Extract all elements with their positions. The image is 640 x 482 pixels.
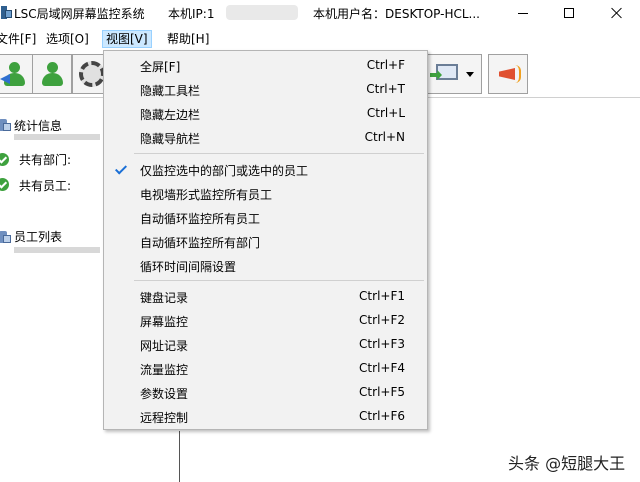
menu-item-monitor-selected[interactable]: 仅监控选中的部门或选中的员工 bbox=[104, 158, 427, 182]
menu-item-cycle-interval[interactable]: 循环时间间隔设置 bbox=[104, 254, 427, 278]
minimize-button[interactable] bbox=[500, 0, 546, 26]
local-ip-label: 本机IP:1 bbox=[168, 7, 215, 21]
tree-line bbox=[179, 431, 180, 482]
monitor-icon bbox=[430, 62, 460, 86]
view-menu-dropdown: 全屏[F] Ctrl+F 隐藏工具栏 Ctrl+T 隐藏左边栏 Ctrl+L 隐… bbox=[103, 50, 428, 430]
menu-item-keylogger[interactable]: 键盘记录 Ctrl+F1 bbox=[104, 285, 427, 309]
app-icon bbox=[0, 5, 12, 20]
menu-item-fullscreen[interactable]: 全屏[F] Ctrl+F bbox=[104, 54, 427, 78]
stats-header-bar bbox=[14, 134, 100, 140]
chevron-down-icon bbox=[466, 71, 474, 77]
user-icon bbox=[38, 60, 66, 88]
stats-title[interactable]: 统计信息 bbox=[14, 117, 62, 134]
megaphone-icon bbox=[495, 63, 521, 85]
menu-item-screen-monitor[interactable]: 屏幕监控 Ctrl+F2 bbox=[104, 309, 427, 333]
gear-icon bbox=[79, 61, 105, 87]
employees-count-label: 共有员工: bbox=[19, 179, 72, 193]
ip-redaction bbox=[226, 5, 298, 20]
employee-list-icon bbox=[0, 230, 11, 244]
menu-item-hide-navbar[interactable]: 隐藏导航栏 Ctrl+N bbox=[104, 126, 427, 150]
watermark: 头条 @短腿大王 bbox=[508, 454, 626, 473]
local-username-label: 本机用户名：DESKTOP-HCL... bbox=[313, 7, 480, 21]
menu-item-cycle-employees[interactable]: 自动循环监控所有员工 bbox=[104, 206, 427, 230]
check-icon bbox=[114, 162, 128, 175]
minimize-icon bbox=[518, 12, 528, 14]
menu-item-tv-wall[interactable]: 电视墙形式监控所有员工 bbox=[104, 182, 427, 206]
employee-list-title[interactable]: 员工列表 bbox=[14, 228, 62, 245]
add-department-button[interactable] bbox=[0, 54, 34, 94]
title-bar: LSC局域网屏幕监控系统 本机IP:1 本机用户名：DESKTOP-HCL... bbox=[0, 0, 640, 26]
menu-view[interactable]: 视图[V] bbox=[102, 30, 152, 48]
stats-icon bbox=[0, 118, 11, 132]
maximize-icon bbox=[564, 8, 574, 18]
users-icon bbox=[0, 60, 28, 88]
close-button[interactable] bbox=[594, 0, 640, 26]
menu-help[interactable]: 帮助[H] bbox=[165, 30, 211, 48]
window-title: LSC局域网屏幕监控系统 bbox=[14, 7, 145, 21]
employee-list-header-bar bbox=[14, 247, 100, 253]
check-circle-icon bbox=[0, 153, 9, 166]
menu-item-parameters[interactable]: 参数设置 Ctrl+F5 bbox=[104, 381, 427, 405]
menu-item-remote-control[interactable]: 远程控制 Ctrl+F6 bbox=[104, 405, 427, 429]
maximize-button[interactable] bbox=[546, 0, 592, 26]
departments-count-label: 共有部门: bbox=[19, 153, 72, 167]
broadcast-button[interactable] bbox=[488, 54, 528, 94]
menu-item-cycle-departments[interactable]: 自动循环监控所有部门 bbox=[104, 230, 427, 254]
left-panel: 统计信息 共有部门: 共有员工: 员工列表 bbox=[0, 99, 104, 482]
close-icon bbox=[611, 7, 623, 19]
add-employee-button[interactable] bbox=[32, 54, 72, 94]
menu-item-traffic-monitor[interactable]: 流量监控 Ctrl+F4 bbox=[104, 357, 427, 381]
menu-file[interactable]: 文件[F] bbox=[0, 30, 38, 48]
menu-options[interactable]: 选项[O] bbox=[44, 30, 91, 48]
menu-item-hide-sidebar[interactable]: 隐藏左边栏 Ctrl+L bbox=[104, 102, 427, 126]
menu-separator bbox=[134, 280, 424, 281]
monitor-dropdown-button[interactable] bbox=[422, 54, 482, 94]
menu-item-url-log[interactable]: 网址记录 Ctrl+F3 bbox=[104, 333, 427, 357]
menu-item-hide-toolbar[interactable]: 隐藏工具栏 Ctrl+T bbox=[104, 78, 427, 102]
menu-bar: 文件[F] 选项[O] 视图[V] 帮助[H] bbox=[0, 28, 640, 50]
check-circle-icon bbox=[0, 178, 9, 191]
menu-separator bbox=[134, 153, 424, 154]
